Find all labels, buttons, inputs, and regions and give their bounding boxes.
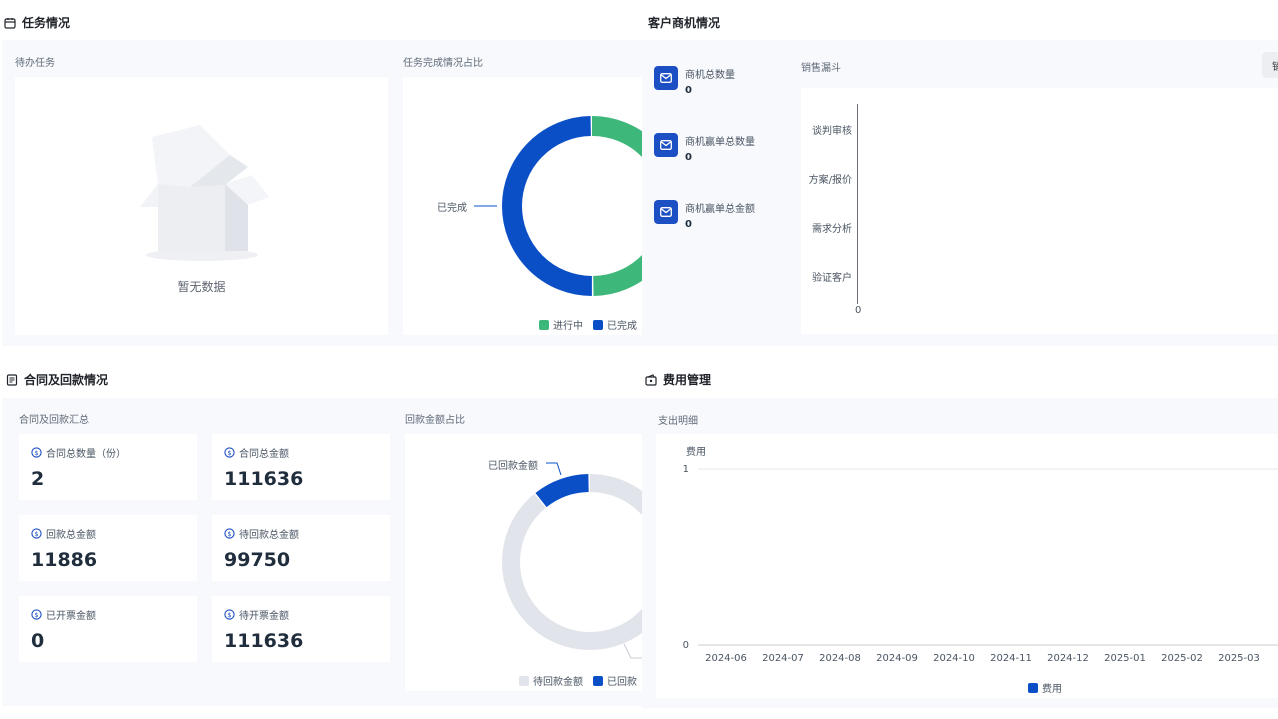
x-tick-label: 2025-03 xyxy=(1218,653,1260,664)
wallet-icon xyxy=(645,373,657,386)
expense-chart-card: 费用 1 0 2024-06 2024-07 2024-08 2024-09 2024-1… xyxy=(656,434,1278,698)
y-tick-label: 1 xyxy=(683,464,689,475)
payment-ratio-title: 回款金额占比 xyxy=(405,415,465,426)
slice-pending[interactable] xyxy=(502,474,642,650)
calendar-icon xyxy=(4,17,16,29)
legend-received[interactable]: 已回款 xyxy=(607,673,637,688)
coin-icon: $ xyxy=(224,528,235,539)
pending-leader-line xyxy=(623,643,642,659)
funnel-card: 谈判审核 方案/报价 需求分析 验证客户 0 xyxy=(801,88,1278,334)
legend-expense[interactable]: 费用 xyxy=(1042,680,1062,695)
x-tick-label: 2024-10 xyxy=(933,653,975,664)
metric-won-amount: 商机赢单总金额 0 xyxy=(654,200,755,230)
x-tick-label: 2024-09 xyxy=(876,653,918,664)
x-tick-label: 2025-02 xyxy=(1161,653,1203,664)
expense-legend: 费用 xyxy=(1028,680,1062,695)
stat-received-amount: $ 回款总金额 11886 xyxy=(19,515,197,581)
document-icon xyxy=(6,373,18,386)
funnel-x-zero: 0 xyxy=(855,305,862,316)
legend-pending[interactable]: 待回款金额 xyxy=(533,673,583,688)
x-tick-label: 2024-08 xyxy=(819,653,861,664)
funnel-stage-label: 谈判审核 xyxy=(812,126,852,137)
svg-text:$: $ xyxy=(227,530,231,538)
stat-pending-amount: $ 待回款总金额 99750 xyxy=(212,515,390,581)
task-legend: 进行中 已完成 xyxy=(539,317,637,332)
metric-opportunity-count: 商机总数量 0 xyxy=(654,66,735,96)
svg-text:$: $ xyxy=(34,611,38,619)
metric-won-count: 商机赢单总数量 0 xyxy=(654,133,755,163)
x-tick-label: 2024-06 xyxy=(705,653,747,664)
coin-icon: $ xyxy=(31,447,42,458)
done-label: 已完成 xyxy=(437,203,467,214)
stat-invoiced-amount: $ 已开票金额 0 xyxy=(19,596,197,662)
x-tick-label: 2024-07 xyxy=(762,653,804,664)
task-ratio-card: 已完成 进行中 已完成 xyxy=(403,77,642,335)
task-ratio-title: 任务完成情况占比 xyxy=(403,58,483,69)
x-tick-label: 2024-12 xyxy=(1047,653,1089,664)
mail-icon xyxy=(654,66,678,90)
mail-icon xyxy=(654,133,678,157)
legend-swatch-done xyxy=(593,319,603,330)
svg-text:$: $ xyxy=(227,611,231,619)
slice-done[interactable] xyxy=(502,116,642,296)
coin-icon: $ xyxy=(31,609,42,620)
funnel-y-axis xyxy=(857,104,858,304)
coin-icon: $ xyxy=(31,528,42,539)
received-leader-line xyxy=(546,462,562,476)
funnel-stage-label: 需求分析 xyxy=(812,224,852,235)
y-tick-label: 0 xyxy=(683,640,689,651)
payment-ratio-card: 已回款金额 待回款金额 已回款 xyxy=(405,434,642,691)
expense-chart: 1 0 2024-06 2024-07 2024-08 2024-09 2024-10 20… xyxy=(683,464,1278,664)
payment-legend: 待回款金额 已回款 xyxy=(519,673,637,688)
legend-done[interactable]: 已完成 xyxy=(607,317,637,332)
contract-summary-title: 合同及回款汇总 xyxy=(19,415,89,426)
legend-swatch-in-progress xyxy=(539,319,549,330)
funnel-stage-label: 方案/报价 xyxy=(808,175,852,186)
empty-state-text: 暂无数据 xyxy=(177,280,226,294)
legend-swatch-pending xyxy=(519,675,529,686)
svg-text:$: $ xyxy=(227,449,231,457)
tasks-section-title: 任务情况 xyxy=(4,14,70,31)
todo-title: 待办任务 xyxy=(15,58,55,69)
stat-contract-amount: $ 合同总金额 111636 xyxy=(212,434,390,500)
svg-text:$: $ xyxy=(34,449,38,457)
funnel-title: 销售漏斗 xyxy=(801,63,841,74)
todo-card: 暂无数据 xyxy=(15,77,388,335)
x-tick-label: 2025-01 xyxy=(1104,653,1146,664)
legend-swatch-expense xyxy=(1028,682,1038,693)
expense-section-title: 费用管理 xyxy=(645,371,711,388)
coin-icon: $ xyxy=(224,609,235,620)
funnel-stage-label: 验证客户 xyxy=(812,273,852,284)
svg-text:$: $ xyxy=(34,530,38,538)
legend-in-progress[interactable]: 进行中 xyxy=(553,317,583,332)
stat-contract-count: $ 合同总数量（份） 2 xyxy=(19,434,197,500)
customer-section-title: 客户商机情况 xyxy=(648,16,721,30)
funnel-option-button[interactable]: 销 xyxy=(1262,52,1278,78)
payment-ratio-chart xyxy=(502,462,642,659)
received-label: 已回款金额 xyxy=(488,461,538,472)
contract-section-title: 合同及回款情况 xyxy=(6,371,108,388)
x-tick-label: 2024-11 xyxy=(990,653,1032,664)
mail-icon xyxy=(654,200,678,224)
coin-icon: $ xyxy=(224,447,235,458)
expense-detail-title: 支出明细 xyxy=(658,416,698,427)
stat-uninvoiced-amount: $ 待开票金额 111636 xyxy=(212,596,390,662)
legend-swatch-received xyxy=(593,675,603,686)
empty-box-icon xyxy=(140,125,269,261)
